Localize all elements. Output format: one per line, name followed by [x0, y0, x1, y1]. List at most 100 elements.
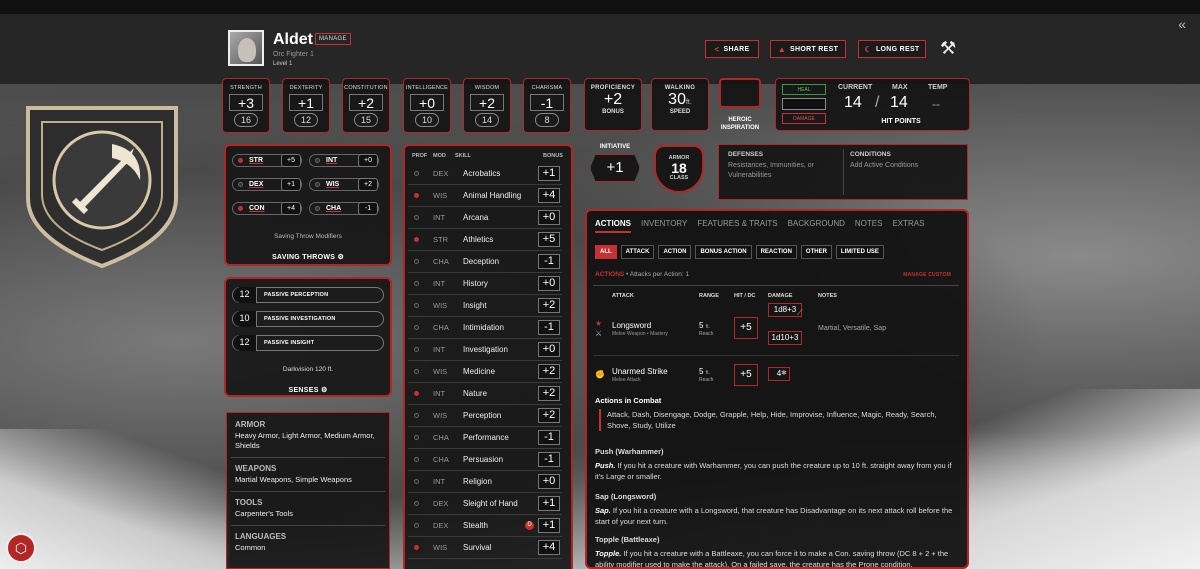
skill-bonus[interactable]: +4: [538, 188, 560, 203]
save-name: DEX: [249, 181, 264, 188]
damage-button[interactable]: DAMAGE: [782, 113, 826, 124]
attack-hit-button[interactable]: +5: [734, 364, 758, 386]
tab-background[interactable]: BACKGROUND: [788, 219, 845, 233]
skill-bonus[interactable]: +5: [538, 232, 560, 247]
avatar[interactable]: [228, 30, 264, 66]
filter-action[interactable]: ACTION: [658, 245, 692, 259]
skill-bonus[interactable]: +0: [538, 342, 560, 357]
heal-button[interactable]: HEAL: [782, 84, 826, 95]
skill-row[interactable]: STR Athletics +5: [408, 229, 562, 251]
attack-name[interactable]: Longsword: [612, 321, 651, 330]
conditions-section[interactable]: CONDITIONS Add Active Conditions: [850, 151, 960, 171]
skill-bonus[interactable]: -1: [538, 452, 560, 467]
skill-row[interactable]: CHA Persuasion -1: [408, 449, 562, 471]
skill-bonus[interactable]: +1: [538, 518, 560, 533]
save-wis[interactable]: WIS +2: [309, 178, 379, 191]
skill-name: Deception: [463, 257, 500, 266]
initiative[interactable]: INITIATIVE +1: [587, 144, 643, 189]
skill-row[interactable]: WIS Insight +2: [408, 295, 562, 317]
skill-bonus[interactable]: -1: [538, 320, 560, 335]
collapse-sidebar-icon[interactable]: «: [1178, 16, 1186, 32]
sense-label: PASSIVE INSIGHT: [264, 340, 315, 346]
skill-row[interactable]: WIS Medicine +2: [408, 361, 562, 383]
not-proficient-dot: [414, 369, 419, 374]
filter-bonus-action[interactable]: BONUS ACTION: [695, 245, 752, 259]
ability-constitution[interactable]: CONSTITUTION +2 15: [342, 78, 390, 133]
skill-bonus[interactable]: -1: [538, 254, 560, 269]
filter-other[interactable]: OTHER: [800, 245, 832, 259]
skill-row[interactable]: INT Nature +2: [408, 383, 562, 405]
skill-row[interactable]: CHA Deception -1: [408, 251, 562, 273]
defenses-section[interactable]: DEFENSES Resistances, Immunities, or Vul…: [728, 151, 838, 181]
skill-name: History: [463, 279, 488, 288]
save-cha[interactable]: CHA -1: [309, 202, 379, 215]
manage-custom-link[interactable]: MANAGE CUSTOM: [903, 272, 951, 278]
skill-bonus[interactable]: +2: [538, 386, 560, 401]
manage-button[interactable]: MANAGE: [315, 33, 351, 45]
senses-title[interactable]: SENSES ⚙: [226, 386, 390, 394]
ability-intelligence[interactable]: INTELLIGENCE +0 10: [403, 78, 451, 133]
save-bonus: +5: [281, 154, 301, 167]
skill-row[interactable]: CHA Performance -1: [408, 427, 562, 449]
hp-temp-value[interactable]: --: [932, 97, 940, 111]
skill-row[interactable]: WIS Survival +4: [408, 537, 562, 559]
skill-bonus[interactable]: +0: [538, 210, 560, 225]
damage-two-handed-button[interactable]: 1d10+3: [768, 331, 802, 345]
slashing-icon: ⟋: [797, 308, 803, 317]
skill-bonus[interactable]: +2: [538, 364, 560, 379]
attack-hit-button[interactable]: +5: [734, 317, 758, 339]
save-int[interactable]: INT +0: [309, 154, 379, 167]
skill-name: Perception: [463, 411, 502, 420]
skill-row[interactable]: DEX Acrobatics +1: [408, 163, 562, 185]
tab-features-traits[interactable]: FEATURES & TRAITS: [697, 219, 777, 233]
skill-bonus[interactable]: +0: [538, 474, 560, 489]
skill-row[interactable]: CHA Intimidation -1: [408, 317, 562, 339]
ability-charisma[interactable]: CHARISMA -1 8: [523, 78, 571, 133]
skill-bonus[interactable]: +2: [538, 298, 560, 313]
skill-row[interactable]: INT History +0: [408, 273, 562, 295]
skill-row[interactable]: WIS Perception +2: [408, 405, 562, 427]
tab-inventory[interactable]: INVENTORY: [641, 219, 687, 233]
skill-row[interactable]: INT Arcana +0: [408, 207, 562, 229]
tab-actions[interactable]: ACTIONS: [595, 219, 631, 233]
skill-row[interactable]: DEX Sleight of Hand +1: [408, 493, 562, 515]
tab-extras[interactable]: EXTRAS: [892, 219, 924, 233]
skill-row[interactable]: INT Investigation +0: [408, 339, 562, 361]
skill-bonus[interactable]: +4: [538, 540, 560, 555]
skill-row[interactable]: INT Religion +0: [408, 471, 562, 493]
ability-label: INTELLIGENCE: [405, 85, 449, 91]
save-dex[interactable]: DEX +1: [232, 178, 302, 191]
ability-dexterity[interactable]: DEXTERITY +1 12: [282, 78, 330, 133]
skill-bonus[interactable]: +1: [538, 496, 560, 511]
filter-all[interactable]: ALL: [595, 245, 617, 259]
ability-strength[interactable]: STRENGTH +3 16: [222, 78, 270, 133]
save-con[interactable]: CON +4: [232, 202, 302, 215]
skill-ability: DEX: [433, 521, 449, 530]
skill-bonus[interactable]: -1: [538, 430, 560, 445]
hp-amount-input[interactable]: [782, 98, 826, 110]
proficiencies-panel[interactable]: ARMOR Heavy Armor, Light Armor, Medium A…: [226, 412, 390, 569]
skill-bonus[interactable]: +2: [538, 408, 560, 423]
saving-throws-title[interactable]: SAVING THROWS ⚙: [226, 253, 390, 261]
anvil-icon: ⚒: [940, 38, 957, 58]
attack-name[interactable]: Unarmed Strike: [612, 367, 668, 376]
filter-limited-use[interactable]: LIMITED USE: [835, 245, 884, 259]
feature-text: Push. If you hit a creature with Warhamm…: [595, 460, 955, 482]
short-rest-button[interactable]: ▲ SHORT REST: [770, 40, 846, 58]
not-proficient-dot: [315, 206, 320, 211]
skill-bonus[interactable]: +0: [538, 276, 560, 291]
heroic-inspiration-toggle[interactable]: [719, 78, 761, 108]
share-button[interactable]: < SHARE: [705, 40, 759, 58]
hp-current-value[interactable]: 14: [844, 94, 862, 112]
skill-bonus[interactable]: +1: [538, 166, 560, 181]
skill-row[interactable]: WIS Animal Handling +4: [408, 185, 562, 207]
save-str[interactable]: STR +5: [232, 154, 302, 167]
tab-notes[interactable]: NOTES: [855, 219, 883, 233]
skill-row[interactable]: DEX Stealth D +1: [408, 515, 562, 537]
filter-reaction[interactable]: REACTION: [755, 245, 797, 259]
filter-attack[interactable]: ATTACK: [620, 245, 655, 259]
long-rest-button[interactable]: ☾ LONG REST: [858, 40, 926, 58]
dice-roller-button[interactable]: ⬡: [6, 533, 36, 563]
armor-class-shield[interactable]: ARMOR 18 CLASS: [654, 145, 704, 193]
ability-wisdom[interactable]: WISDOM +2 14: [463, 78, 511, 133]
